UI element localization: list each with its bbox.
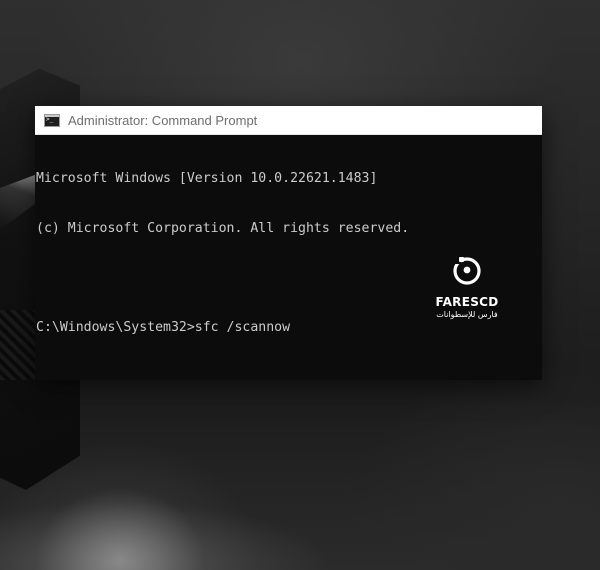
console-line: Microsoft Windows [Version 10.0.22621.14… [36, 171, 378, 186]
cmd-icon[interactable] [44, 113, 60, 127]
floor-reflection [0, 380, 600, 570]
console-prompt-line: C:\Windows\System32>sfc /scannow [36, 319, 291, 335]
watermark-subtitle: فارس للإسطوانات [436, 310, 498, 319]
window-title: Administrator: Command Prompt [68, 112, 258, 128]
command-prompt-window[interactable]: Administrator: Command Prompt Microsoft … [35, 106, 542, 380]
console-line: (c) Microsoft Corporation. All rights re… [36, 220, 410, 236]
car-grille [0, 310, 38, 380]
title-bar[interactable]: Administrator: Command Prompt [35, 106, 542, 135]
console-output[interactable]: Microsoft Windows [Version 10.0.22621.14… [35, 135, 542, 369]
farescd-logo-icon [453, 257, 481, 285]
watermark-brand: FARESCD [435, 295, 499, 309]
watermark-logo: FARESCD فارس للإسطوانات [430, 253, 504, 319]
